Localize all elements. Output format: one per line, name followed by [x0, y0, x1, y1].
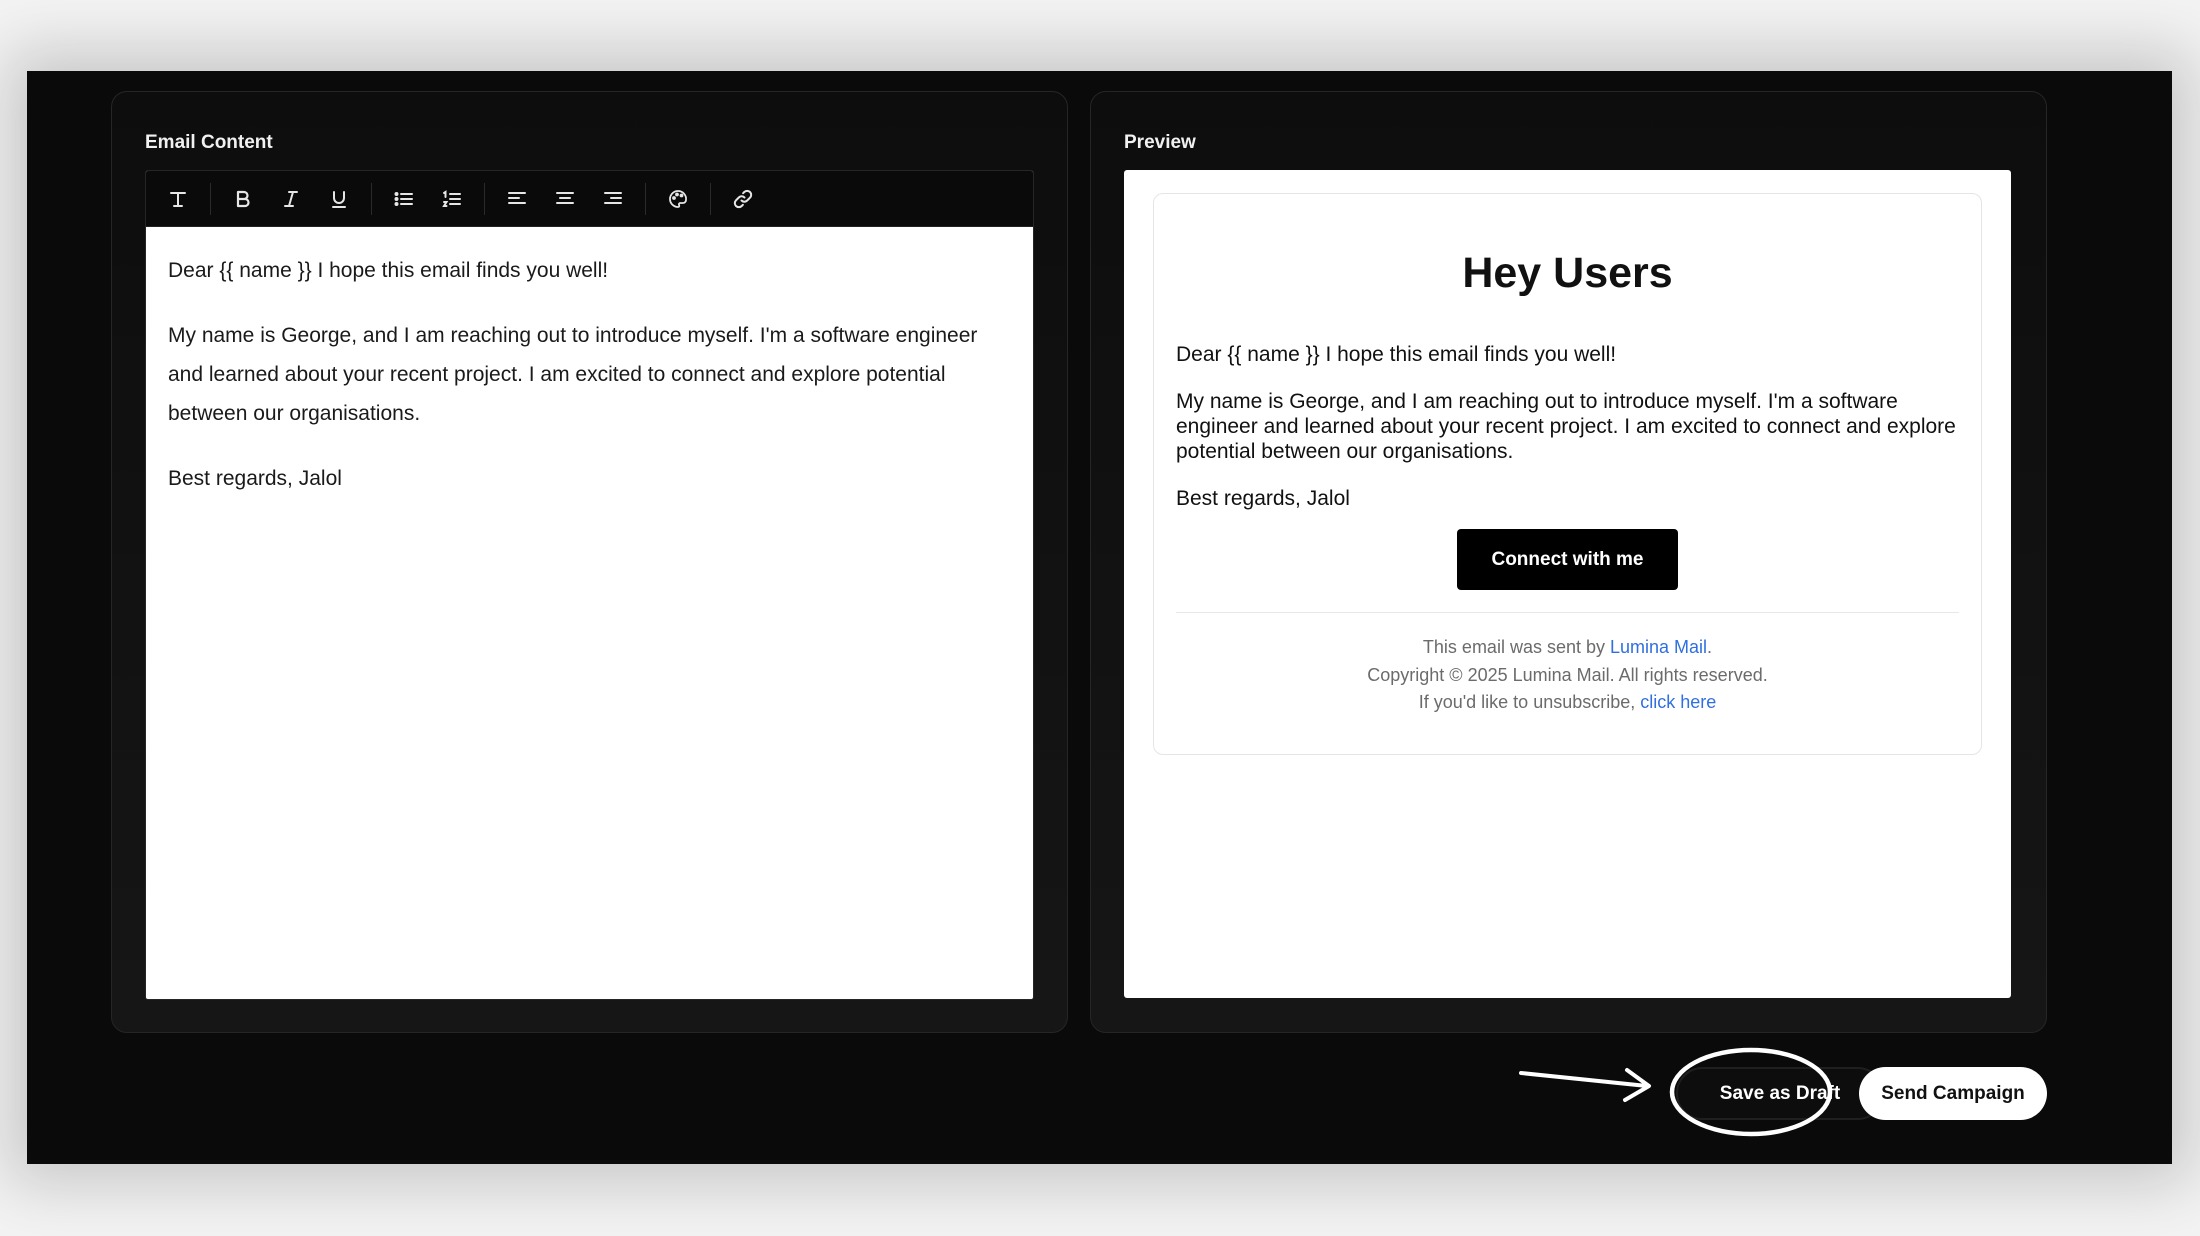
email-content-panel: Email Content Dear {{name}} I hope thi… [111, 91, 1068, 1033]
campaign-editor-window: Email Content Dear {{name}} I hope thi… [27, 71, 2172, 1164]
palette-icon[interactable] [654, 179, 702, 219]
align-center-icon[interactable] [541, 179, 589, 219]
italic-icon[interactable] [267, 179, 315, 219]
lumina-mail-link[interactable]: Lumina Mail [1610, 637, 1707, 657]
editor-paragraph[interactable]: Dear {{ name }} I hope this email finds … [168, 251, 1011, 290]
footer-unsubscribe: If you'd like to unsubscribe, click here [1154, 689, 1981, 717]
email-divider [1176, 612, 1959, 613]
email-footer: This email was sent by Lumina Mail. Copy… [1154, 634, 1981, 717]
footer-sent-by: This email was sent by Lumina Mail. [1154, 634, 1981, 662]
preview-panel: Preview Hey Users Dear {{ name }} I hope… [1090, 91, 2047, 1033]
text-icon[interactable] [154, 179, 202, 219]
email-heading: Hey Users [1462, 249, 1673, 297]
toolbar-divider [371, 182, 372, 215]
toolbar-divider [484, 182, 485, 215]
preview-title: Preview [1124, 132, 1196, 153]
editor-paragraph[interactable]: Best regards, Jalol [168, 459, 1011, 498]
unsubscribe-link[interactable]: click here [1640, 692, 1716, 712]
rich-text-editor: Dear {{ name }} I hope this email finds … [145, 170, 1034, 1000]
editor-toolbar [146, 171, 1033, 227]
numbered-list-icon[interactable] [428, 179, 476, 219]
editor-paragraph[interactable]: My name is George, and I am reaching out… [168, 316, 1011, 433]
email-content-title: Email Content [145, 132, 273, 153]
sent-by-text: This email was sent by [1422, 637, 1610, 657]
email-card: Hey Users Dear {{ name }} I hope this em… [1153, 193, 1982, 755]
preview-frame: Hey Users Dear {{ name }} I hope this em… [1124, 170, 2011, 998]
align-left-icon[interactable] [493, 179, 541, 219]
underline-icon[interactable] [315, 179, 363, 219]
bullet-list-icon[interactable] [380, 179, 428, 219]
footer-copyright: Copyright © 2025 Lumina Mail. All rights… [1367, 664, 1768, 685]
unsubscribe-text: If you'd like to unsubscribe, [1418, 692, 1641, 712]
email-paragraph: My name is George, and I am reaching out… [1176, 390, 1956, 463]
annotation-arrow [1519, 1068, 1651, 1102]
toolbar-divider [645, 182, 646, 215]
save-as-draft-button[interactable]: Save as Draft [1676, 1067, 1884, 1120]
toolbar-divider [710, 182, 711, 215]
sent-by-suffix: . [1707, 637, 1713, 657]
link-icon[interactable] [719, 179, 767, 219]
send-campaign-button[interactable]: Send Campaign [1859, 1067, 2047, 1120]
editor-body[interactable]: Dear {{ name }} I hope this email finds … [146, 227, 1033, 548]
align-right-icon[interactable] [589, 179, 637, 219]
bold-icon[interactable] [219, 179, 267, 219]
email-paragraph: Dear {{ name }} I hope this email finds … [1176, 343, 1617, 366]
email-paragraph: Best regards, Jalol [1176, 487, 1350, 510]
toolbar-divider [210, 182, 211, 215]
connect-with-me-button[interactable]: Connect with me [1457, 529, 1678, 590]
email-text: Dear {{ name }} I hope this email finds … [1154, 342, 1981, 511]
